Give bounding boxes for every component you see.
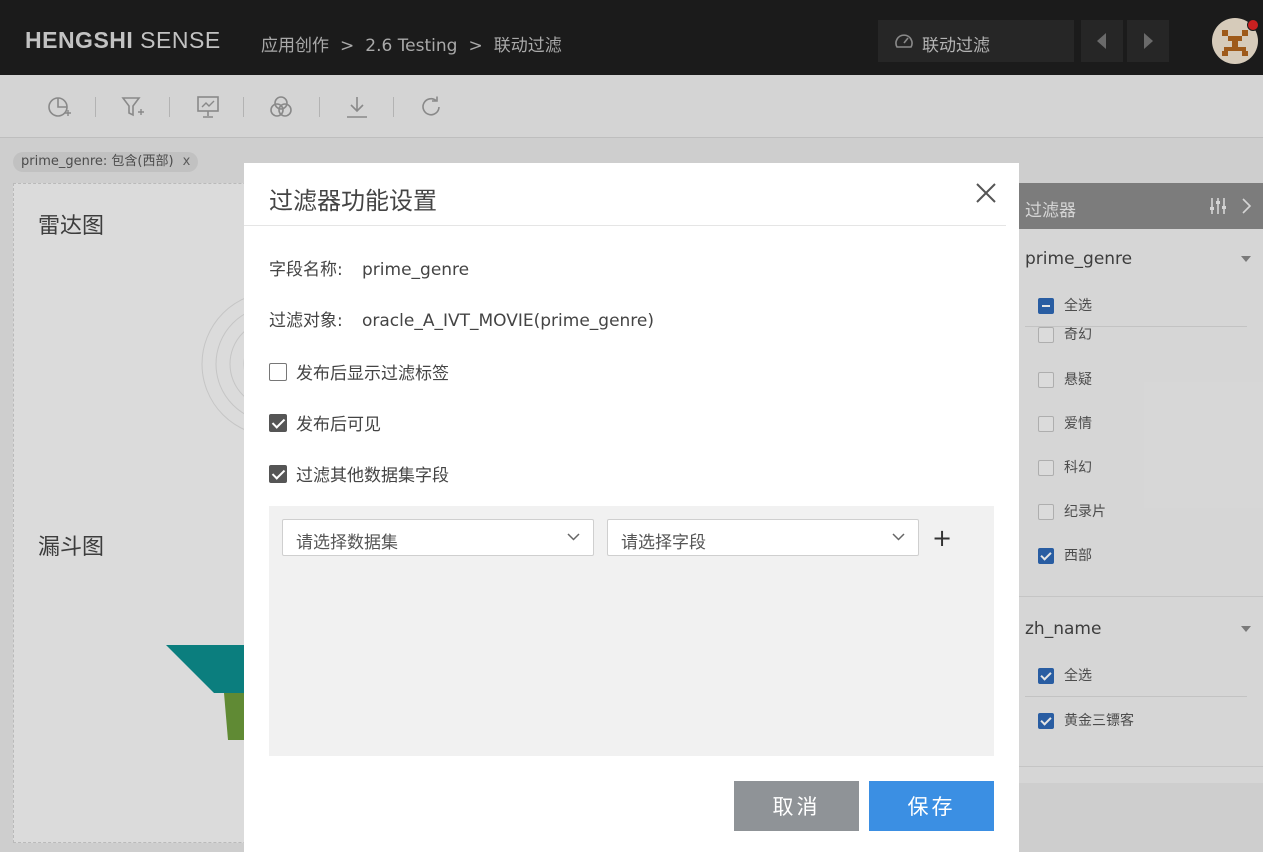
- chevron-down-icon: [567, 533, 580, 541]
- cancel-button[interactable]: 取消: [734, 781, 859, 831]
- dataset-select[interactable]: 请选择数据集: [282, 519, 594, 556]
- close-icon[interactable]: [974, 181, 998, 205]
- filter-target-label: 过滤对象:: [269, 311, 343, 331]
- field-name-value: prime_genre: [362, 260, 470, 280]
- option-show-filter-tag[interactable]: 发布后显示过滤标签: [269, 359, 449, 384]
- option-visible-after-publish[interactable]: 发布后可见: [269, 410, 381, 435]
- filter-other-checkbox[interactable]: [269, 465, 287, 483]
- field-name-row: 字段名称: prime_genre: [269, 255, 469, 280]
- field-select[interactable]: 请选择字段: [607, 519, 919, 556]
- add-mapping-button[interactable]: +: [932, 526, 952, 550]
- dataset-field-mapping-area: 请选择数据集 请选择字段 +: [269, 506, 994, 756]
- save-button[interactable]: 保存: [869, 781, 994, 831]
- filter-target-row: 过滤对象: oracle_A_IVT_MOVIE(prime_genre): [269, 306, 654, 331]
- field-name-label: 字段名称:: [269, 260, 343, 280]
- filter-settings-dialog: 过滤器功能设置 字段名称: prime_genre 过滤对象: oracle_A_I…: [244, 163, 1019, 852]
- option-filter-other-datasets[interactable]: 过滤其他数据集字段: [269, 461, 449, 486]
- chevron-down-icon: [892, 533, 905, 541]
- dialog-title: 过滤器功能设置: [269, 187, 437, 215]
- filter-target-value: oracle_A_IVT_MOVIE(prime_genre): [362, 311, 655, 331]
- show-tag-checkbox[interactable]: [269, 363, 287, 381]
- visible-checkbox[interactable]: [269, 414, 287, 432]
